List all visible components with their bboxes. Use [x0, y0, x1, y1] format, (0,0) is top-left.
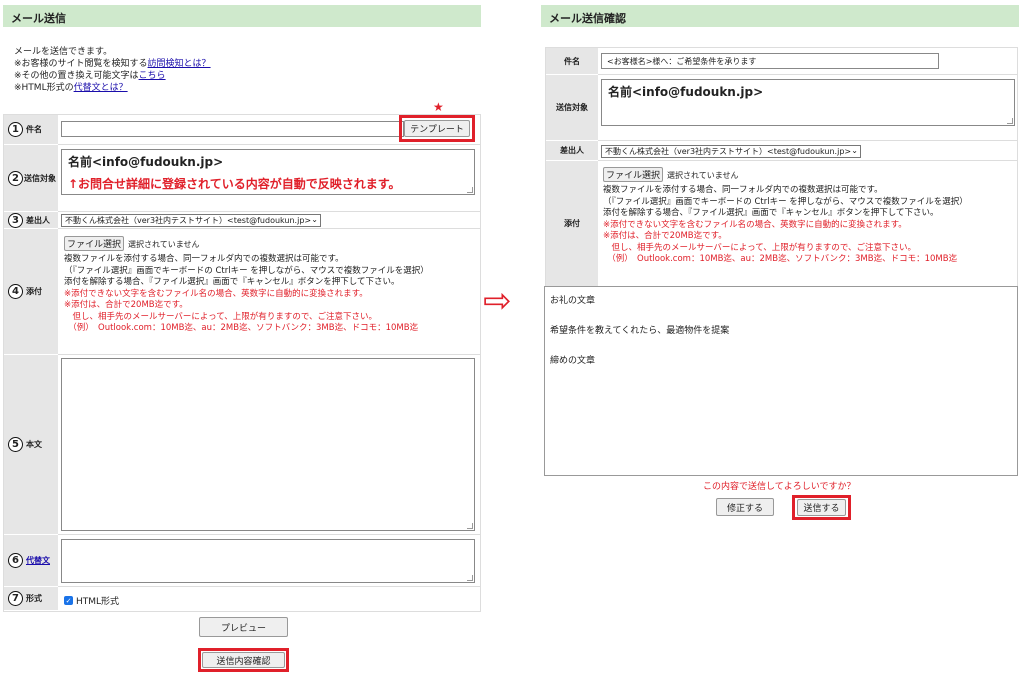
row-divider	[58, 228, 480, 229]
intro-line1: メールを送信できます。	[14, 47, 113, 57]
confirm-body-preview: お礼の文章 希望条件を教えてくれたら、最適物件を提案 締めの文章	[544, 286, 1018, 476]
left-page-title: メール送信	[3, 5, 481, 27]
intro-text: メールを送信できます。 ※お客様のサイト閲覧を検知する訪問検知とは？ ※その他の…	[14, 46, 434, 94]
row-label-alt: 6 代替文	[4, 535, 58, 587]
send-button[interactable]: 送信する	[797, 499, 846, 516]
confirm-file-select-button[interactable]: ファイル選択	[603, 167, 663, 182]
preview-button[interactable]: プレビュー	[199, 617, 288, 637]
sender-select[interactable]: 不動くん株式会社（ver3社内テストサイト）<test@fudoukun.jp>…	[61, 214, 321, 227]
chevron-down-icon: ⌄	[311, 215, 318, 224]
row-divider	[598, 140, 1017, 141]
alt-text-label-link[interactable]: 代替文	[26, 555, 50, 566]
row-divider	[598, 74, 1017, 75]
star-icon: ★	[433, 100, 444, 114]
row-label-format: 7 形式	[4, 587, 58, 611]
body-line: 締めの文章	[550, 356, 596, 366]
row-label-recipient: 2 送信対象	[4, 145, 58, 212]
recipient-auto-note: ↑お問合せ詳細に登録されている内容が自動で反映されます。	[68, 177, 401, 191]
body-line: 希望条件を教えてくれたら、最適物件を提案	[550, 326, 730, 336]
confirm-sender-select[interactable]: 不動くん株式会社（ver3社内テストサイト）<test@fudoukun.jp>…	[601, 145, 861, 158]
resize-handle[interactable]	[467, 575, 473, 581]
row-divider	[598, 160, 1017, 161]
resize-handle[interactable]	[467, 187, 473, 193]
confirm-attach-notes: 複数ファイルを添付する場合、同一フォルダ内での複数選択は可能です。 （『ファイル…	[603, 185, 968, 264]
resize-handle[interactable]	[467, 523, 473, 529]
template-button[interactable]: テンプレート	[404, 120, 470, 137]
row-label-body: 5 本文	[4, 355, 58, 535]
right-page-title: メール送信確認	[541, 5, 1019, 27]
row-divider	[58, 586, 480, 587]
visit-detection-link[interactable]: 訪問検知とは？	[148, 59, 211, 69]
confirm-label-recipient: 送信対象	[546, 75, 598, 141]
alt-text-textarea[interactable]	[61, 539, 475, 583]
body-textarea[interactable]	[61, 358, 475, 531]
alt-text-link[interactable]: 代替文とは？	[74, 83, 128, 93]
attach-notes: 複数ファイルを添付する場合、同一フォルダ内での複数選択は可能です。 （『ファイル…	[64, 254, 429, 333]
resize-handle[interactable]	[1007, 118, 1013, 124]
chevron-down-icon: ⌄	[851, 146, 858, 155]
replaceable-chars-link[interactable]: こちら	[139, 71, 166, 81]
row-label-attach: 4 添付	[4, 229, 58, 355]
confirm-label-attach: 添付	[546, 161, 598, 287]
confirm-table: 件名 送信対象 差出人 添付 <お客様名>様へ：ご希望条件を承ります 名前<in…	[545, 47, 1018, 287]
html-format-option: ✓ HTML形式	[64, 596, 120, 607]
send-confirm-button[interactable]: 送信内容確認	[202, 652, 285, 668]
confirm-subject-input[interactable]: <お客様名>様へ：ご希望条件を承ります	[601, 53, 939, 69]
recipient-textarea[interactable]: 名前<info@fudoukn.jp> ↑お問合せ詳細に登録されている内容が自動…	[61, 149, 475, 195]
confirm-recipient-textarea[interactable]: 名前<info@fudoukn.jp>	[601, 79, 1015, 126]
body-line: お礼の文章	[550, 296, 596, 306]
edit-button[interactable]: 修正する	[716, 498, 774, 516]
row-divider	[58, 211, 480, 212]
confirm-label-sender: 差出人	[546, 141, 598, 161]
html-format-checkbox[interactable]: ✓	[64, 596, 73, 605]
confirm-file-status: 選択されていません	[667, 171, 739, 180]
file-status: 選択されていません	[128, 240, 200, 249]
row-label-sender: 3 差出人	[4, 212, 58, 229]
confirm-question: この内容で送信してよろしいですか？	[703, 482, 856, 492]
file-select-button[interactable]: ファイル選択	[64, 236, 124, 251]
mail-form-table: 1 件名 2 送信対象 3 差出人 4 添付 5 本文 6 代替文 7 形式 テンプレート 名…	[3, 114, 481, 612]
arrow-right-icon: ⇨	[483, 281, 512, 321]
confirm-label-subject: 件名	[546, 48, 598, 75]
subject-input[interactable]	[61, 121, 404, 137]
row-label-subject: 1 件名	[4, 115, 58, 145]
row-divider	[58, 354, 480, 355]
row-divider	[58, 144, 480, 145]
row-divider	[58, 534, 480, 535]
recipient-value: 名前<info@fudoukn.jp>	[68, 155, 224, 169]
